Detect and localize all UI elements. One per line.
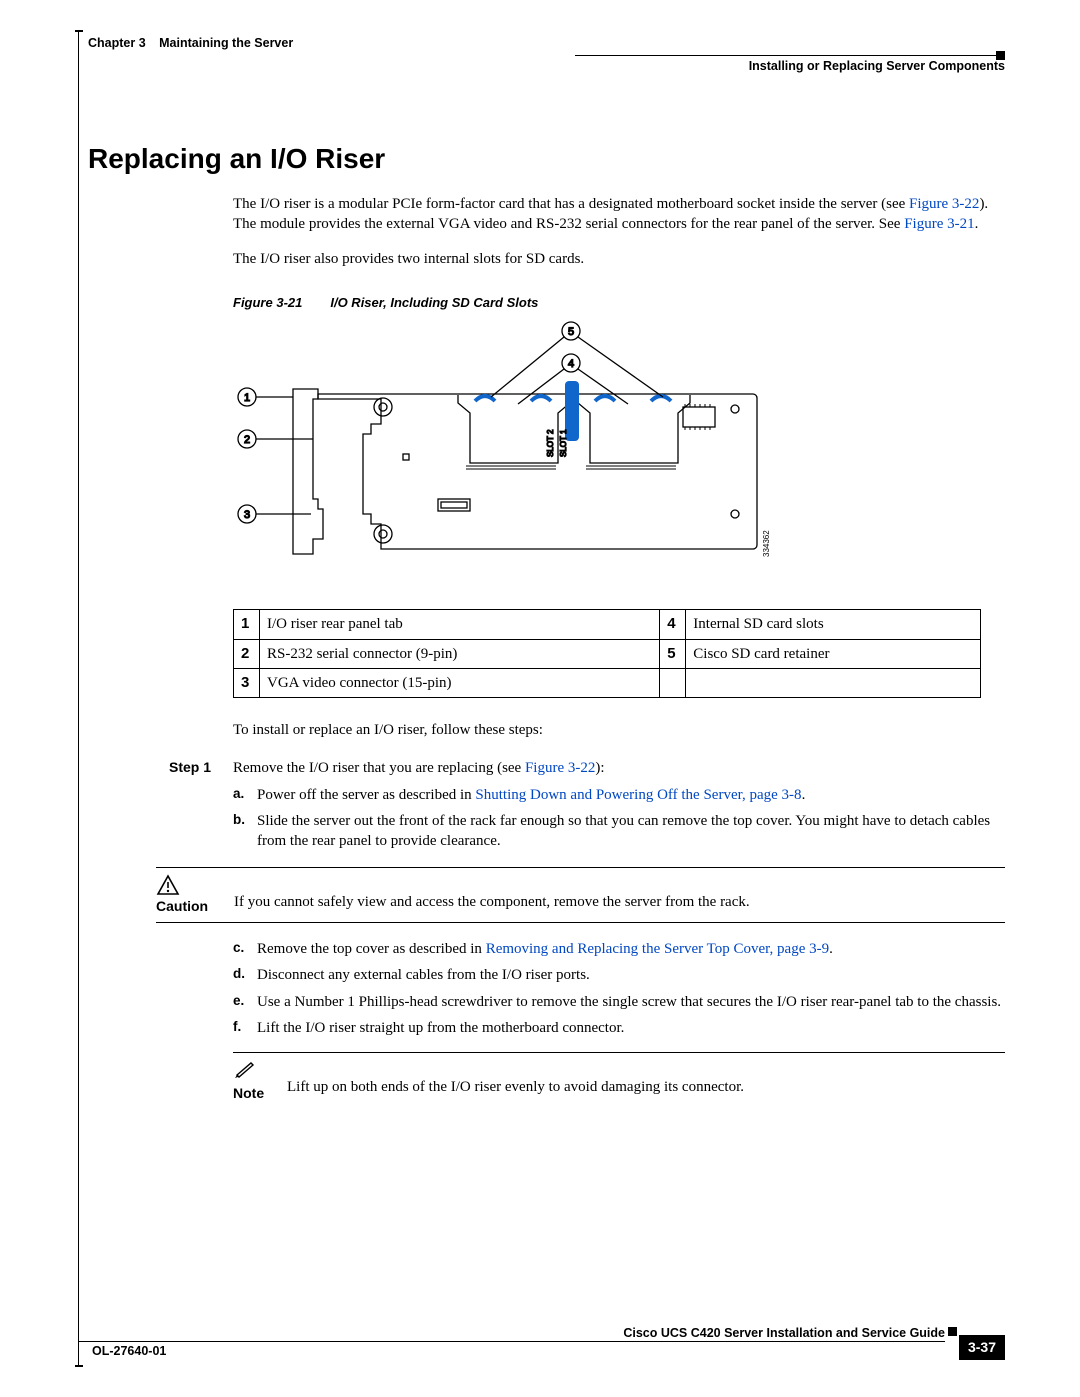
substep-e: e. Use a Number 1 Phillips-head screwdri… <box>233 992 1005 1012</box>
figure-caption: Figure 3-21I/O Riser, Including SD Card … <box>233 294 1005 312</box>
instructions-lead: To install or replace an I/O riser, foll… <box>233 720 1005 740</box>
footer-guide-title: Cisco UCS C420 Server Installation and S… <box>623 1325 945 1342</box>
io-riser-diagram: SLOT 2 SLOT 1 <box>233 319 1005 595</box>
svg-text:SLOT 2: SLOT 2 <box>546 429 555 457</box>
page-title: Replacing an I/O Riser <box>88 140 1005 178</box>
svg-text:4: 4 <box>568 358 574 370</box>
substep-f: f. Lift the I/O riser straight up from t… <box>233 1018 1005 1038</box>
figure-legend-table: 1 I/O riser rear panel tab 4 Internal SD… <box>233 609 981 698</box>
xref-link[interactable]: Removing and Replacing the Server Top Co… <box>486 941 829 957</box>
note-callout: Note Lift up on both ends of the I/O ris… <box>233 1052 1005 1103</box>
footer-doc-number: OL-27640-01 <box>92 1343 166 1360</box>
svg-text:SLOT 1: SLOT 1 <box>559 429 568 457</box>
substep-b: b. Slide the server out the front of the… <box>233 811 1005 852</box>
svg-text:1: 1 <box>244 392 250 404</box>
svg-text:5: 5 <box>568 326 574 338</box>
substep-c: c. Remove the top cover as described in … <box>233 939 1005 959</box>
caution-icon <box>156 874 180 896</box>
xref-link[interactable]: Shutting Down and Powering Off the Serve… <box>475 787 801 803</box>
svg-text:3: 3 <box>244 509 250 521</box>
page-number-badge: 3-37 <box>959 1335 1005 1360</box>
intro-para-2: The I/O riser also provides two internal… <box>233 249 1005 269</box>
step-1: Step 1 Remove the I/O riser that you are… <box>88 758 1005 851</box>
figure-link[interactable]: Figure 3-21 <box>904 216 974 232</box>
page-header: Chapter 3 Maintaining the Server Install… <box>78 30 1005 85</box>
caution-callout: Caution If you cannot safely view and ac… <box>156 867 1005 923</box>
section-title: Installing or Replacing Server Component… <box>575 55 1005 75</box>
substep-a: a. Power off the server as described in … <box>233 785 1005 805</box>
figure-link[interactable]: Figure 3-22 <box>909 196 979 212</box>
figure-link[interactable]: Figure 3-22 <box>525 760 595 776</box>
drawing-id: 334362 <box>762 530 771 557</box>
chapter-title: Maintaining the Server <box>159 36 293 50</box>
note-icon <box>233 1059 257 1079</box>
svg-text:2: 2 <box>244 434 250 446</box>
chapter-number: Chapter 3 <box>88 36 146 50</box>
substep-d: d. Disconnect any external cables from t… <box>233 965 1005 985</box>
page-footer: Cisco UCS C420 Server Installation and S… <box>78 1327 1005 1367</box>
intro-para-1: The I/O riser is a modular PCIe form-fac… <box>233 194 1005 235</box>
